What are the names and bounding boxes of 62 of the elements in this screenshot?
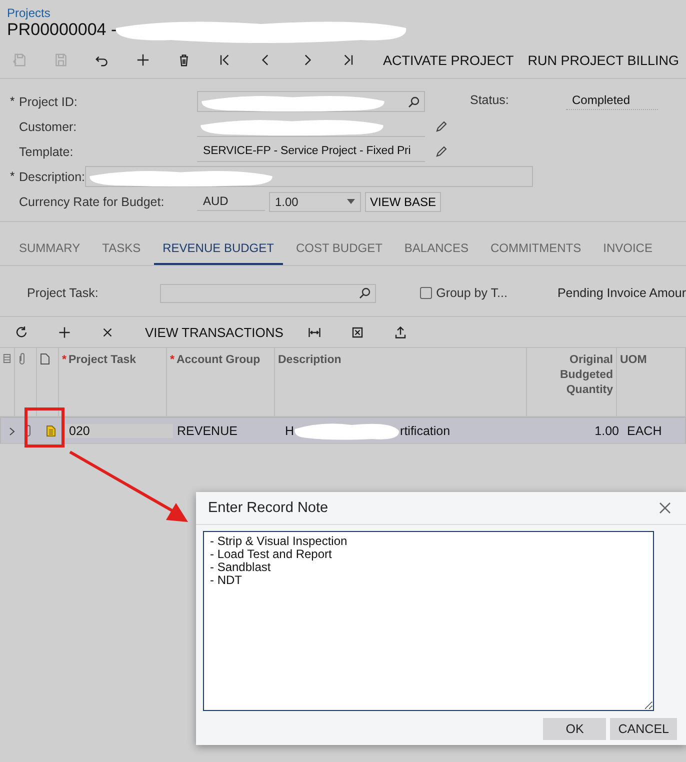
table-cell-text: EACH: [626, 424, 663, 438]
input-field[interactable]: [197, 91, 425, 112]
table-cell-text: REVENUE: [176, 424, 238, 438]
currency-field[interactable]: AUD: [197, 192, 265, 211]
checkbox-label: Group by T...: [436, 286, 508, 300]
tab[interactable]: INVOICE: [594, 234, 662, 265]
field-label: Project ID:: [19, 94, 78, 108]
table-cell: rtification: [400, 424, 450, 438]
column-header[interactable]: Description: [278, 353, 342, 368]
dialog-title: Enter Record Note: [208, 500, 328, 516]
field-label: Status:: [470, 93, 510, 107]
field-label: Template:: [19, 144, 74, 158]
toolbar-button[interactable]: RUN PROJECT BILLING: [522, 48, 686, 72]
required-asterisk: *: [10, 95, 15, 107]
column-header[interactable]: Project Task: [68, 353, 136, 368]
pencil-icon[interactable]: [435, 145, 448, 158]
tab[interactable]: COMMITMENTS: [481, 234, 590, 265]
view-transactions-button[interactable]: VIEW TRANSACTIONS: [139, 320, 290, 344]
note-text-area[interactable]: - Strip & Visual Inspection - Load Test and Report - Sandblast - NDT: [203, 531, 654, 711]
tab[interactable]: BALANCES: [395, 234, 478, 265]
tab[interactable]: REVENUE BUDGET: [154, 234, 283, 265]
note-icon[interactable]: [46, 425, 56, 437]
files-icon: [3, 353, 11, 364]
status-value: Completed: [566, 90, 658, 110]
cancel-button[interactable]: CANCEL: [610, 718, 677, 740]
close-icon[interactable]: [659, 502, 671, 514]
table-cell-text: 1.00: [594, 424, 620, 438]
table-row[interactable]: 020 REVENUE H rtification 1.00 EACH: [0, 417, 686, 444]
input-field[interactable]: SERVICE-FP - Service Project - Fixed Pri: [197, 141, 425, 162]
caret-icon[interactable]: [347, 199, 355, 204]
toolbar-button[interactable]: ACTIVATE PROJECT: [377, 48, 520, 72]
paperclip-icon: [18, 353, 26, 365]
field-label: Project Task:: [27, 286, 100, 300]
project-task-field[interactable]: [160, 284, 376, 302]
column-header[interactable]: UOM: [620, 353, 647, 368]
required-asterisk: *: [170, 353, 174, 368]
field-label: Description:: [19, 170, 85, 184]
pencil-icon[interactable]: [435, 120, 448, 133]
table-cell: 020: [65, 424, 173, 438]
expand-icon[interactable]: [9, 426, 15, 436]
column-header[interactable]: Account Group: [176, 353, 260, 368]
field-label: Customer:: [19, 120, 78, 134]
view-base-button[interactable]: VIEW BASE: [365, 192, 442, 212]
page-title: PR00000004 -: [7, 20, 117, 39]
required-asterisk: *: [10, 170, 15, 182]
field-label: Pending Invoice Amour: [557, 286, 686, 300]
document-icon: [40, 353, 50, 365]
required-asterisk: *: [62, 353, 66, 368]
column-header[interactable]: Original Budgeted Quantity: [530, 353, 613, 398]
table-cell: H: [285, 424, 294, 438]
tab[interactable]: COST BUDGET: [286, 234, 392, 265]
rate-dropdown[interactable]: 1.00: [269, 192, 361, 212]
tab[interactable]: SUMMARY: [10, 234, 90, 265]
checkbox[interactable]: [420, 287, 432, 299]
search-icon[interactable]: [408, 96, 420, 108]
highlight-rectangle: [24, 408, 64, 448]
tab[interactable]: TASKS: [93, 234, 150, 265]
ok-button[interactable]: OK: [543, 718, 606, 740]
field-label: Currency Rate for Budget:: [19, 194, 166, 208]
search-icon[interactable]: [359, 287, 372, 299]
input-field[interactable]: [85, 166, 533, 187]
breadcrumb-link[interactable]: Projects: [7, 6, 50, 20]
